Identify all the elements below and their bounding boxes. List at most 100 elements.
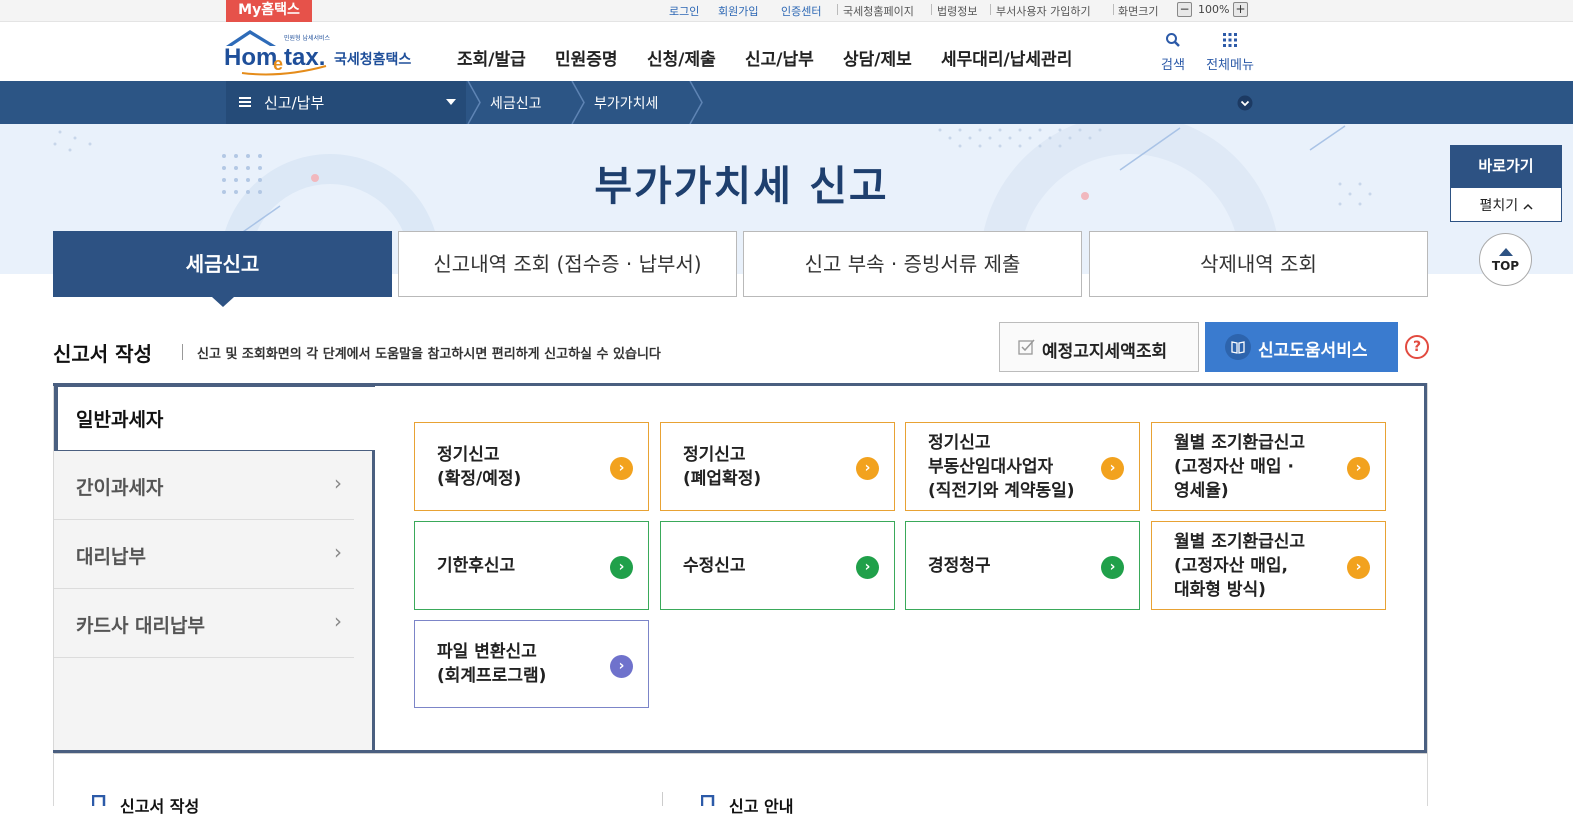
report-help-service-button[interactable]: 신고도움서비스 xyxy=(1205,322,1398,372)
chevron-right-icon: › xyxy=(334,471,342,495)
all-menu-label: 전체메뉴 xyxy=(1206,58,1254,73)
section-title: 신고서 작성 xyxy=(53,342,152,366)
search-button[interactable]: 검색 xyxy=(1143,32,1203,73)
logo-hom: Hom xyxy=(224,44,277,71)
search-icon xyxy=(1166,33,1180,47)
chevron-up-icon xyxy=(1523,203,1533,210)
logo-e: e xyxy=(273,54,283,74)
arrow-right-icon: › xyxy=(610,556,633,579)
nav-inquiry-issue[interactable]: 조회/발급 xyxy=(457,45,526,70)
nav-apply-submit[interactable]: 신청/제출 xyxy=(647,45,716,70)
section-divider xyxy=(182,344,183,360)
card-line: 정기신고 xyxy=(437,444,500,465)
side-item-label: 간이과세자 xyxy=(76,477,164,499)
square-bullet-icon xyxy=(701,795,715,806)
util-divider xyxy=(1113,4,1114,15)
dept-user-signup-link[interactable]: 부서사용자 가입하기 xyxy=(996,3,1091,19)
nts-homepage-link[interactable]: 국세청홈페이지 xyxy=(843,3,914,19)
screen-size-label: 화면크기 xyxy=(1118,5,1159,18)
zoom-out-button[interactable]: − xyxy=(1177,2,1192,17)
util-divider xyxy=(931,4,932,15)
quick-menu-expand-label: 펼치기 xyxy=(1479,198,1519,214)
breadcrumb-menu-dropdown[interactable] xyxy=(226,81,466,124)
card-regular-report-closure[interactable]: 정기신고 (폐업확정) › xyxy=(660,422,895,511)
signup-link[interactable]: 회원가입 xyxy=(718,3,758,19)
checkbox-edit-icon xyxy=(1018,339,1035,355)
bottom-divider xyxy=(662,792,663,806)
card-line: (고정자산 매입 · xyxy=(1174,456,1294,477)
nav-tax-agent[interactable]: 세무대리/납세관리 xyxy=(941,45,1072,70)
zoom-in-button[interactable]: + xyxy=(1233,2,1248,17)
card-line: (확정/예정) xyxy=(437,468,522,489)
side-item-label: 카드사 대리납부 xyxy=(76,615,205,637)
page-title: 부가가치세 신고 xyxy=(594,162,889,210)
nav-consult-report[interactable]: 상담/제보 xyxy=(843,45,912,70)
tab-report-history[interactable]: 신고내역 조회 (접수증 · 납부서) xyxy=(398,231,737,297)
card-line: 월별 조기환급신고 xyxy=(1174,432,1306,453)
util-divider xyxy=(837,4,838,15)
card-line: (폐업확정) xyxy=(683,468,762,489)
estimate-tax-inquiry-button[interactable]: 예정고지세액조회 xyxy=(999,322,1199,372)
card-late-report[interactable]: 기한후신고 › xyxy=(414,521,649,610)
help-question-icon[interactable]: ? xyxy=(1405,335,1429,359)
card-line: 정기신고 xyxy=(683,444,746,465)
nav-civil-certificate[interactable]: 민원증명 xyxy=(555,45,618,70)
breadcrumb-separator-icon xyxy=(689,81,703,124)
tab-deleted-history[interactable]: 삭제내역 조회 xyxy=(1089,231,1428,297)
tab-attachment-submit[interactable]: 신고 부속 · 증빙서류 제출 xyxy=(743,231,1082,297)
card-monthly-early-refund-fixed-asset[interactable]: 월별 조기환급신고 (고정자산 매입 · 영세율) › xyxy=(1151,422,1386,511)
tab-tax-report[interactable]: 세금신고 xyxy=(53,231,392,297)
my-hometax-tab[interactable]: My홈택스 xyxy=(226,0,312,22)
card-line: 월별 조기환급신고 xyxy=(1174,531,1306,552)
card-amended-report[interactable]: 수정신고 › xyxy=(660,521,895,610)
card-line: 정기신고 xyxy=(928,432,991,453)
hometax-logo[interactable]: Hom e tax. 민원형 납세서비스 국세청홈택스 xyxy=(222,26,422,78)
nav-report-pay[interactable]: 신고/납부 xyxy=(745,45,814,70)
bottom-left-title: 신고서 작성 xyxy=(120,797,200,816)
side-menu-border xyxy=(372,448,375,754)
section-description: 신고 및 조회화면의 각 단계에서 도움말을 참고하시면 편리하게 신고하실 수… xyxy=(197,347,661,362)
breadcrumb-level1[interactable]: 세금신고 xyxy=(490,93,542,113)
card-file-conversion-report[interactable]: 파일 변환신고 (회계프로그램) › xyxy=(414,620,649,708)
active-tab-caret xyxy=(212,297,234,307)
arrow-right-icon: › xyxy=(1347,457,1370,480)
card-line: (직전기와 계약동일) xyxy=(928,480,1075,501)
card-regular-report[interactable]: 정기신고 (확정/예정) › xyxy=(414,422,649,511)
cert-center-link[interactable]: 인증센터 xyxy=(781,3,821,19)
breadcrumb-separator-icon xyxy=(467,81,481,124)
login-link[interactable]: 로그인 xyxy=(669,3,699,19)
all-menu-button[interactable]: 전체메뉴 xyxy=(1200,32,1260,73)
logo-name: 국세청홈택스 xyxy=(334,51,411,68)
side-item-general-taxpayer-label: 일반과세자 xyxy=(76,409,164,431)
law-info-link[interactable]: 법령정보 xyxy=(937,3,977,19)
estimate-tax-inquiry-label: 예정고지세액조회 xyxy=(1042,342,1168,362)
card-regular-report-real-estate[interactable]: 정기신고 부동산임대사업자 (직전기와 계약동일) › xyxy=(905,422,1140,511)
card-line: (고정자산 매입, xyxy=(1174,555,1288,576)
card-line: 기한후신고 xyxy=(437,555,516,576)
side-item-simplified-taxpayer[interactable]: 간이과세자 › xyxy=(54,451,354,520)
logo-graphic: Hom e tax. 민원형 납세서비스 국세청홈택스 xyxy=(224,30,411,76)
quick-menu-expand-button[interactable]: 펼치기 xyxy=(1450,190,1562,222)
card-line: 대화형 방식) xyxy=(1174,579,1266,600)
card-line: 경정청구 xyxy=(928,555,991,576)
breadcrumb-level2[interactable]: 부가가치세 xyxy=(594,93,658,113)
arrow-up-icon xyxy=(1499,248,1513,256)
chevron-right-icon: › xyxy=(334,540,342,564)
arrow-right-icon: › xyxy=(610,457,633,480)
grid-menu-icon xyxy=(1223,33,1237,47)
card-line: 영세율) xyxy=(1174,480,1229,501)
scroll-top-label: TOP xyxy=(1491,259,1520,273)
card-monthly-early-refund-interactive[interactable]: 월별 조기환급신고 (고정자산 매입, 대화형 방식) › xyxy=(1151,521,1386,610)
arrow-right-icon: › xyxy=(1101,556,1124,579)
side-item-proxy-payment[interactable]: 대리납부 › xyxy=(54,520,354,589)
scroll-top-button[interactable]: TOP xyxy=(1479,233,1532,286)
quick-menu-title[interactable]: 바로가기 xyxy=(1450,145,1562,188)
card-line: (회계프로그램) xyxy=(437,666,547,686)
card-line: 수정신고 xyxy=(683,555,746,576)
card-line: 부동산임대사업자 xyxy=(928,456,1054,477)
arrow-right-icon: › xyxy=(856,556,879,579)
chevron-down-circle-icon[interactable] xyxy=(1237,95,1253,111)
card-correction-claim[interactable]: 경정청구 › xyxy=(905,521,1140,610)
search-label: 검색 xyxy=(1161,58,1185,73)
side-item-card-proxy-payment[interactable]: 카드사 대리납부 › xyxy=(54,589,354,658)
